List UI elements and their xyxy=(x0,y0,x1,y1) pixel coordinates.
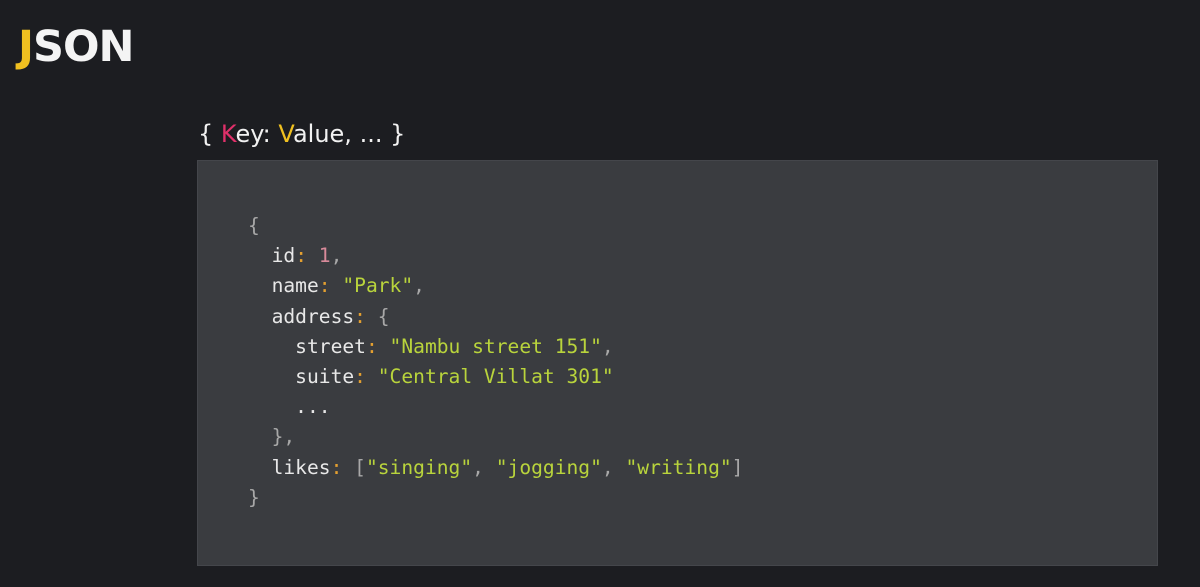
title-rest: SON xyxy=(33,22,135,72)
code-line: { xyxy=(248,211,743,241)
code-token-str: "jogging" xyxy=(495,455,602,479)
subtitle-key-rest: ey: xyxy=(235,120,279,148)
code-token-punc: , xyxy=(601,334,614,358)
code-line: }, xyxy=(248,422,743,452)
code-line: street: "Nambu street 151", xyxy=(248,332,743,362)
code-token-punc: , xyxy=(601,455,626,479)
title-accent-letter: J xyxy=(18,22,34,72)
code-token-punc: , xyxy=(413,274,425,298)
code-token-key: suite xyxy=(248,364,355,388)
code-token-key: address xyxy=(248,304,355,328)
code-token-str: "singing" xyxy=(365,455,473,479)
code-token-key: name xyxy=(248,274,319,298)
subtitle-value-rest: alue, ... } xyxy=(292,120,406,148)
code-line: name: "Park", xyxy=(248,271,743,301)
code-token-key: ... xyxy=(248,395,331,419)
code-token-punc: , xyxy=(330,244,343,268)
code-token-num: 1 xyxy=(306,244,331,268)
code-token-punc: ] xyxy=(731,455,744,479)
code-token-str: "Park" xyxy=(330,274,414,298)
subtitle-open: { xyxy=(198,120,221,148)
subtitle-key-letter: K xyxy=(220,120,236,148)
code-token-str: "writing" xyxy=(625,455,732,479)
code-block: { id: 1, name: "Park", address: { street… xyxy=(197,160,1158,566)
code-token-colon: : xyxy=(354,364,366,388)
code-token-colon: : xyxy=(330,455,343,479)
slide-title: JSON xyxy=(18,22,135,72)
code-token-punc: , xyxy=(472,455,496,479)
code-token-key: street xyxy=(248,334,366,358)
code-line: id: 1, xyxy=(248,241,743,271)
code-token-punc: { xyxy=(248,214,260,237)
code-line: suite: "Central Villat 301" xyxy=(248,362,743,392)
code-token-punc: }, xyxy=(248,425,296,449)
subtitle-value-letter: V xyxy=(278,120,293,148)
code-token-colon: : xyxy=(295,244,307,268)
code-token-key: likes xyxy=(248,455,331,479)
code-token-punc: { xyxy=(365,304,390,328)
code-content: { id: 1, name: "Park", address: { street… xyxy=(248,211,743,513)
code-token-str: "Central Villat 301" xyxy=(365,364,614,388)
code-line: ... xyxy=(248,392,743,422)
code-line: likes: ["singing", "jogging", "writing"] xyxy=(248,453,744,483)
code-token-punc: [ xyxy=(342,455,366,479)
code-token-colon: : xyxy=(365,334,378,358)
code-token-str: "Nambu street 151" xyxy=(377,334,602,358)
code-line: } xyxy=(248,483,743,513)
code-token-key: id xyxy=(248,244,296,268)
code-line: address: { xyxy=(248,302,743,332)
code-token-colon: : xyxy=(354,304,366,328)
code-token-colon: : xyxy=(318,274,331,298)
code-token-punc: } xyxy=(248,485,260,509)
slide-subtitle: { Key: Value, ... } xyxy=(198,120,405,148)
